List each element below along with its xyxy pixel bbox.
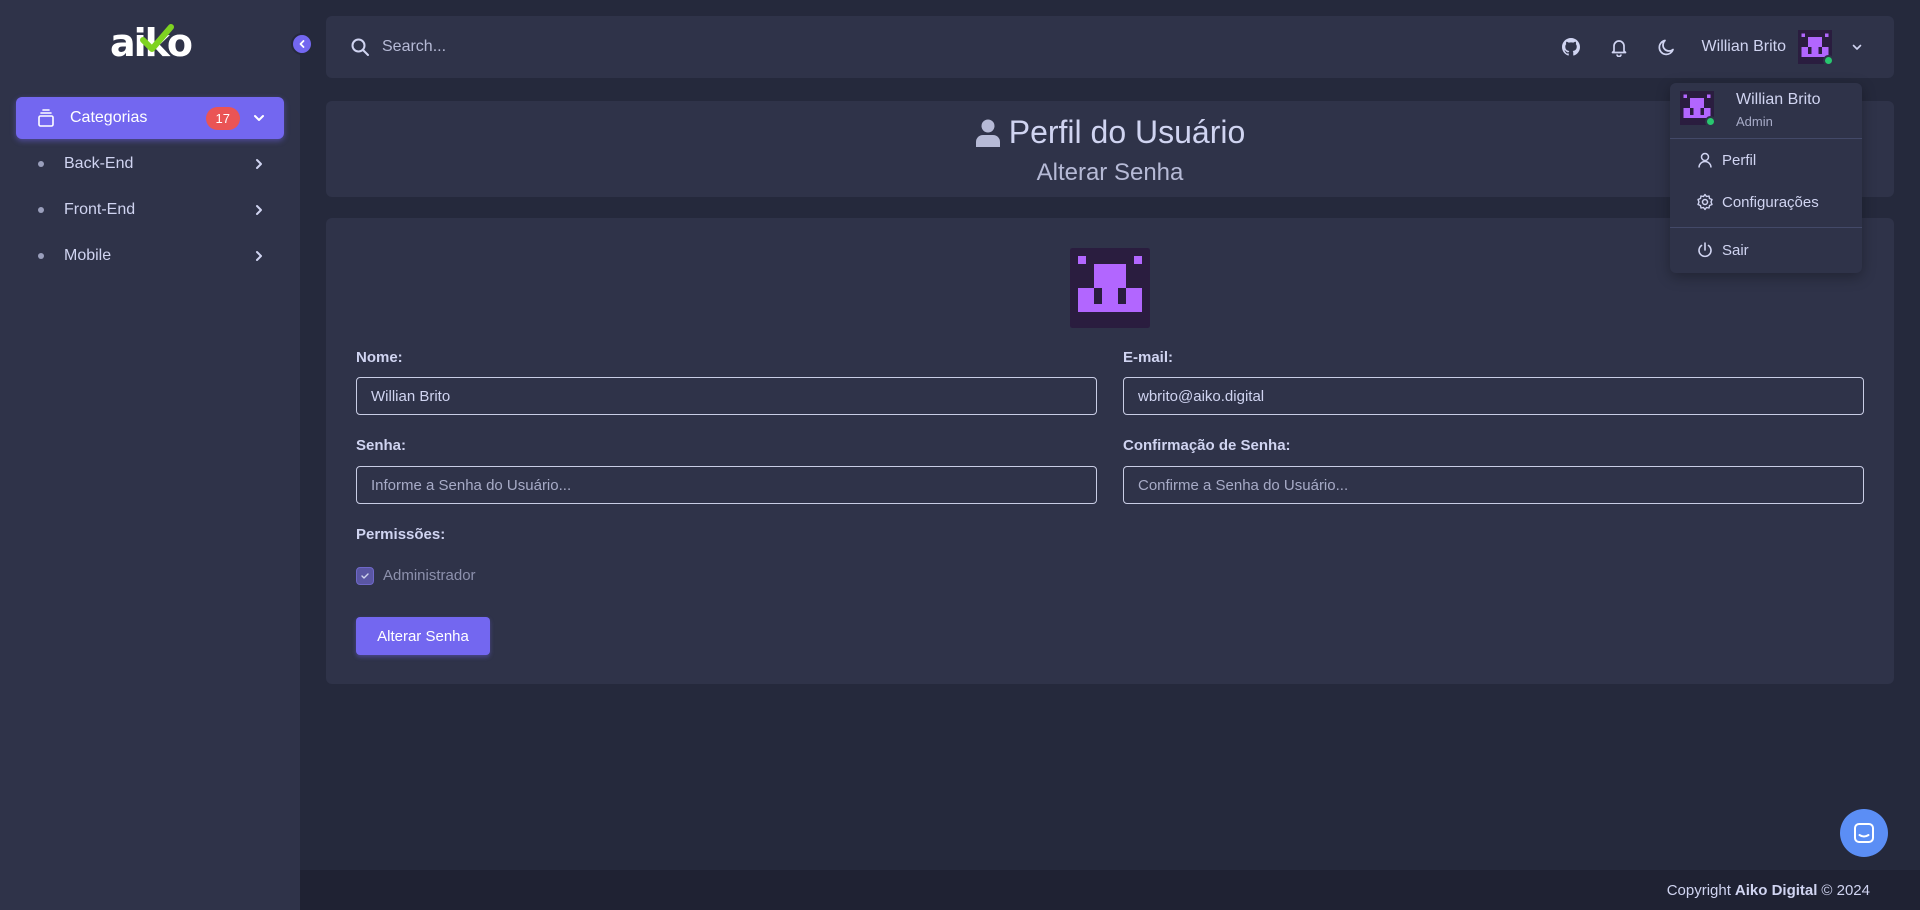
footer: Copyright Aiko Digital © 2024 [300, 870, 1920, 910]
email-field[interactable] [1123, 377, 1864, 415]
user-dropdown-menu: Willian Brito Admin Perfil Configurações… [1670, 83, 1862, 273]
divider [1670, 227, 1862, 228]
permissions-label: Permissões: [356, 526, 446, 543]
sidebar-item-categorias[interactable]: Categorias 17 [16, 97, 284, 139]
admin-checkbox[interactable] [356, 567, 374, 585]
confirm-password-field[interactable] [1123, 466, 1864, 504]
sidebar-item-label: Mobile [64, 247, 112, 264]
sidebar-collapse-button[interactable] [291, 33, 313, 55]
dropdown-item-sair[interactable]: Sair [1696, 241, 1749, 259]
chevron-right-icon [256, 251, 262, 261]
power-icon [1698, 242, 1712, 258]
change-password-button[interactable]: Alterar Senha [356, 617, 490, 655]
name-field[interactable] [356, 377, 1097, 415]
sidebar-item-label: Front-End [64, 201, 136, 218]
github-icon[interactable] [1558, 34, 1584, 60]
bullet-icon [38, 161, 44, 167]
check-icon [361, 573, 369, 579]
password-field[interactable] [356, 466, 1097, 504]
chat-support-button[interactable] [1840, 809, 1888, 857]
logo[interactable]: aiko [110, 22, 193, 64]
chevron-right-icon [256, 159, 262, 169]
search-input[interactable] [382, 38, 782, 56]
confirm-password-label: Confirmação de Senha: [1123, 437, 1291, 454]
bullet-icon [38, 253, 44, 259]
email-label: E-mail: [1123, 349, 1174, 366]
online-status-dot [1705, 116, 1716, 127]
count-badge: 17 [205, 106, 240, 130]
sidebar-item-label: Categorias [70, 109, 148, 126]
dropdown-user-name: Willian Brito [1736, 91, 1821, 108]
avatar [1680, 91, 1716, 127]
layers-icon [38, 109, 54, 127]
copyright-prefix: Copyright [1666, 881, 1731, 899]
page-header-card: Perfil do Usuário Alterar Senha [326, 101, 1894, 197]
sidebar-item-label: Back-End [64, 155, 134, 172]
checkmark-logo-icon [140, 24, 174, 52]
chevron-right-icon [256, 205, 262, 215]
bell-icon[interactable] [1606, 34, 1632, 60]
dropdown-item-perfil[interactable]: Perfil [1696, 151, 1756, 169]
moon-icon[interactable] [1654, 34, 1680, 60]
sidebar-item-mobile[interactable]: Mobile [16, 236, 284, 276]
copyright-year: © 2024 [1821, 881, 1870, 899]
chevron-down-icon [254, 115, 264, 121]
online-status-dot [1823, 55, 1834, 66]
page-title: Perfil do Usuário [1008, 114, 1246, 150]
search-icon [351, 38, 369, 56]
page-title-row: Perfil do Usuário [326, 114, 1894, 151]
dropdown-user-info: Willian Brito Admin [1680, 91, 1820, 129]
divider [1670, 138, 1862, 139]
top-navbar: Willian Brito [326, 16, 1894, 78]
sidebar-item-back-end[interactable]: Back-End [16, 144, 284, 184]
profile-form-card: Nome: E-mail: Senha: Confirmação de Senh… [326, 218, 1894, 684]
dropdown-user-role: Admin [1736, 114, 1773, 129]
company-name: Aiko Digital [1734, 881, 1818, 899]
chevron-down-icon[interactable] [1844, 34, 1870, 60]
dropdown-item-label: Configurações [1722, 193, 1819, 211]
chat-icon [1854, 823, 1874, 843]
avatar[interactable] [1798, 30, 1834, 66]
sidebar: aiko Categorias 17 Back-End Front-End Mo [0, 0, 300, 910]
dropdown-item-configuracoes[interactable]: Configurações [1696, 193, 1819, 211]
password-label: Senha: [356, 437, 407, 454]
chevron-left-icon [299, 40, 305, 48]
admin-checkbox-label: Administrador [383, 567, 476, 584]
bullet-icon [38, 207, 44, 213]
gear-icon [1697, 193, 1713, 211]
avatar [1070, 248, 1150, 328]
sidebar-item-front-end[interactable]: Front-End [16, 190, 284, 230]
name-label: Nome: [356, 349, 403, 366]
dropdown-item-label: Sair [1722, 241, 1749, 259]
user-icon [1698, 152, 1712, 168]
page-subtitle: Alterar Senha [1036, 159, 1184, 186]
dropdown-item-label: Perfil [1722, 151, 1757, 169]
header-user-name[interactable]: Willian Brito [1702, 38, 1786, 56]
user-icon [975, 119, 1000, 147]
